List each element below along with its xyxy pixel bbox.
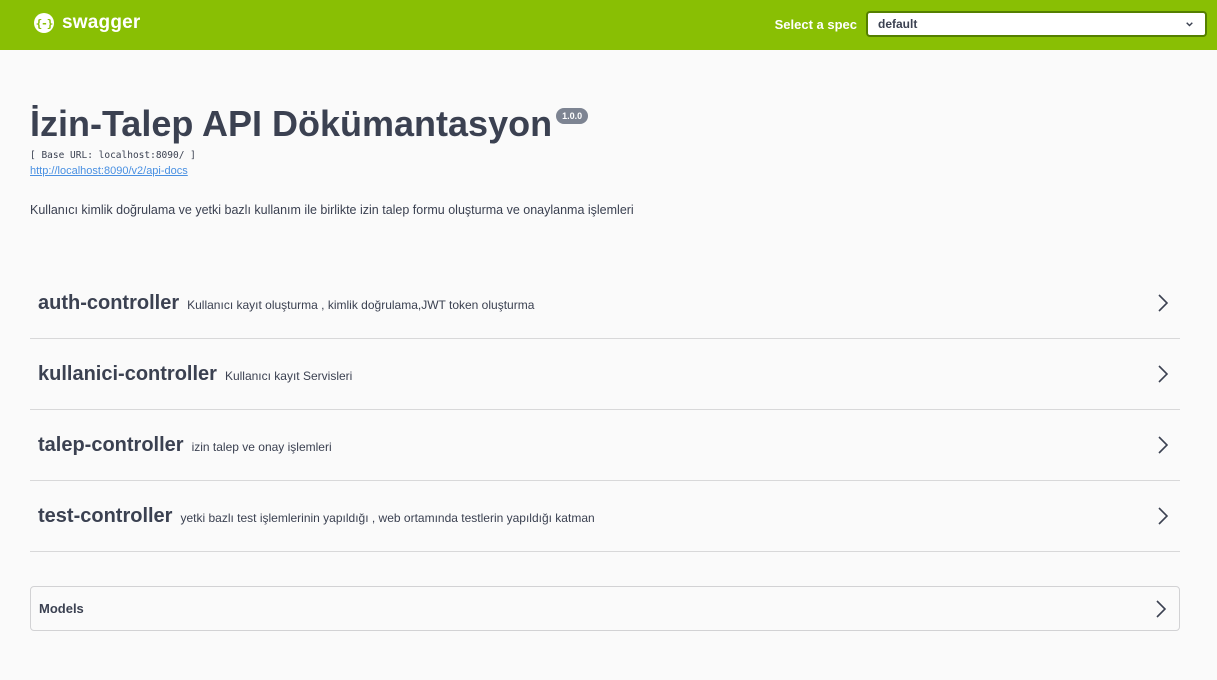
- tag-talep-controller[interactable]: talep-controller izin talep ve onay işle…: [30, 410, 1180, 481]
- tag-description: izin talep ve onay işlemleri: [191, 439, 332, 454]
- tag-name: test-controller: [38, 504, 173, 527]
- brand-name: swagger: [62, 12, 141, 33]
- version-badge: 1.0.0: [556, 108, 589, 124]
- chevron-right-icon: [1158, 436, 1168, 454]
- tag-name: talep-controller: [38, 433, 184, 456]
- api-description: Kullanıcı kimlik doğrulama ve yetki bazl…: [30, 203, 634, 217]
- tag-description: yetki bazlı test işlemlerinin yapıldığı …: [180, 510, 595, 525]
- api-docs-link[interactable]: http://localhost:8090/v2/api-docs: [30, 165, 188, 177]
- models-label: Models: [39, 601, 84, 616]
- topbar: {-} swagger Select a spec default: [0, 0, 1217, 50]
- tag-auth-controller[interactable]: auth-controller Kullanıcı kayıt oluşturm…: [30, 268, 1180, 339]
- tag-name: kullanici-controller: [38, 362, 217, 385]
- chevron-right-icon: [1158, 507, 1168, 525]
- models-section[interactable]: Models: [30, 586, 1180, 631]
- chevron-right-icon: [1158, 365, 1168, 383]
- tag-description: Kullanıcı kayıt Servisleri: [224, 368, 353, 383]
- swagger-logo-icon: {-}: [34, 13, 54, 33]
- spec-selected-value: default: [878, 17, 918, 31]
- spec-select[interactable]: default: [866, 11, 1207, 37]
- tag-list: auth-controller Kullanıcı kayıt oluşturm…: [30, 268, 1180, 552]
- tag-kullanici-controller[interactable]: kullanici-controller Kullanıcı kayıt Ser…: [30, 339, 1180, 410]
- swagger-brand[interactable]: {-} swagger: [34, 12, 141, 34]
- chevron-right-icon: [1156, 600, 1166, 618]
- page-title: İzin-Talep API Dökümantasyon: [30, 103, 553, 144]
- api-info: İzin-Talep API Dökümantasyon 1.0.0 [ Bas…: [30, 102, 1180, 217]
- chevron-right-icon: [1158, 294, 1168, 312]
- tag-name: auth-controller: [38, 291, 180, 314]
- tag-description: Kullanıcı kayıt oluşturma , kimlik doğru…: [187, 297, 535, 312]
- title-row: İzin-Talep API Dökümantasyon 1.0.0: [30, 102, 1180, 146]
- chevron-down-icon: [1186, 22, 1193, 27]
- tag-test-controller[interactable]: test-controller yetki bazlı test işlemle…: [30, 481, 1180, 552]
- base-url: [ Base URL: localhost:8090/ ]: [30, 150, 196, 161]
- spec-label: Select a spec: [774, 17, 857, 32]
